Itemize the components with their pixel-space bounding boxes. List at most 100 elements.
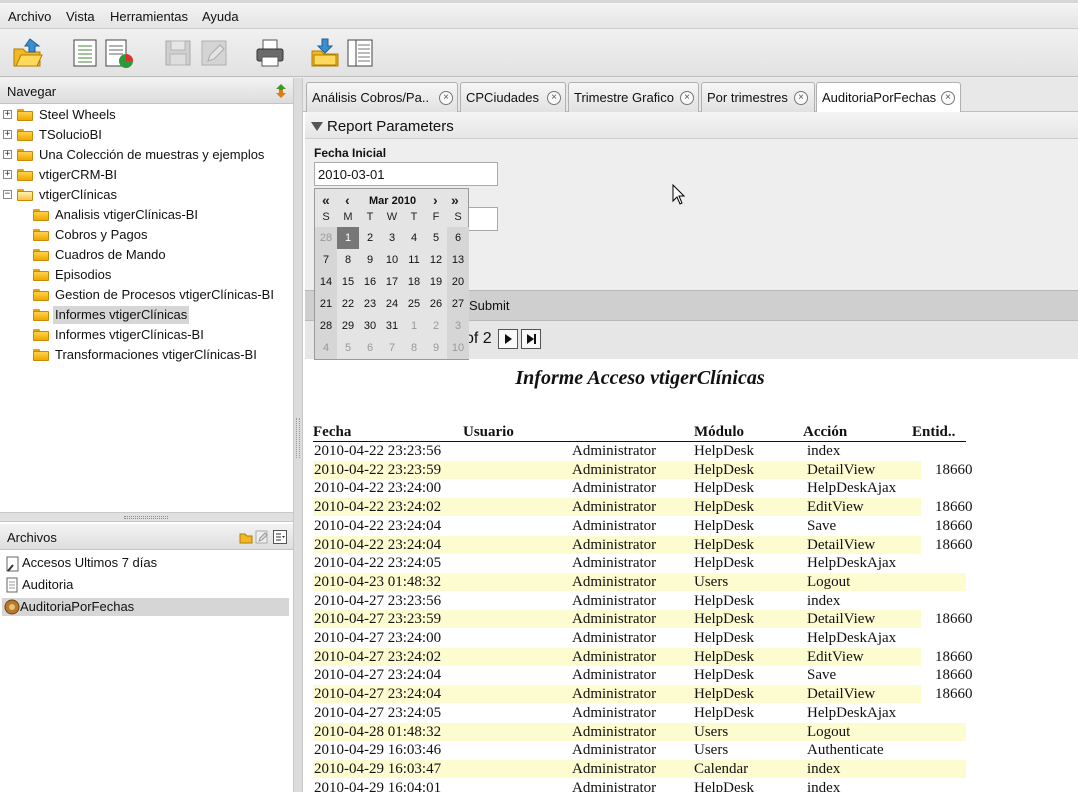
next-month-button[interactable]: › [433, 192, 438, 208]
calendar-day[interactable]: 12 [425, 249, 447, 271]
tree-item[interactable]: Una Colección de muestras y ejemplos [37, 146, 266, 164]
calendar-day[interactable]: 2 [359, 227, 381, 249]
close-icon[interactable]: × [794, 91, 808, 105]
horizontal-splitter[interactable] [0, 512, 293, 522]
save-icon[interactable] [162, 37, 194, 69]
next-page-icon[interactable] [498, 329, 518, 349]
close-icon[interactable]: × [547, 91, 561, 105]
calendar-day[interactable]: 5 [337, 337, 359, 359]
fecha-inicial-input[interactable] [314, 162, 498, 186]
report-parameters-header[interactable]: Report Parameters [305, 112, 1078, 139]
tree-item[interactable]: Steel Wheels [37, 106, 118, 124]
new-report-icon[interactable] [70, 37, 102, 69]
calendar-day[interactable]: 27 [447, 293, 469, 315]
file-item-auditoriaporfechas[interactable]: AuditoriaPorFechas [2, 598, 289, 616]
file-menu-icon[interactable] [273, 530, 287, 547]
calendar-day[interactable]: 22 [337, 293, 359, 315]
tree-item[interactable]: vtigerCRM-BI [37, 166, 119, 184]
expand-icon[interactable]: + [3, 150, 12, 159]
tab-auditoriaporfechas[interactable]: AuditoriaPorFechas × [816, 82, 961, 113]
tab-por-trimestres[interactable]: Por trimestres × [701, 82, 815, 112]
calendar-day[interactable]: 2 [425, 315, 447, 337]
calendar-day[interactable]: 21 [315, 293, 337, 315]
calendar-day[interactable]: 13 [447, 249, 469, 271]
print-icon[interactable] [254, 37, 286, 69]
tree-item[interactable]: Cuadros de Mando [53, 246, 168, 264]
export-icon[interactable] [310, 37, 342, 69]
calendar-day[interactable]: 28 [315, 227, 337, 249]
close-icon[interactable]: × [439, 91, 453, 105]
calendar-day[interactable]: 18 [403, 271, 425, 293]
collapse-triangle-icon[interactable] [311, 122, 323, 131]
calendar-day[interactable]: 3 [447, 315, 469, 337]
last-page-icon[interactable] [521, 329, 541, 349]
expand-icon[interactable]: + [3, 110, 12, 119]
calendar-day[interactable]: 24 [381, 293, 403, 315]
calendar-day[interactable]: 20 [447, 271, 469, 293]
calendar-day[interactable]: 19 [425, 271, 447, 293]
prev-year-button[interactable]: « [322, 192, 330, 208]
expand-icon[interactable]: + [3, 170, 12, 179]
calendar-day[interactable]: 1 [337, 227, 359, 249]
calendar-day[interactable]: 9 [359, 249, 381, 271]
prev-month-button[interactable]: ‹ [345, 192, 350, 208]
calendar-day[interactable]: 30 [359, 315, 381, 337]
calendar-day[interactable]: 31 [381, 315, 403, 337]
tree-item[interactable]: vtigerClínicas [37, 186, 119, 204]
menu-ayuda[interactable]: Ayuda [202, 9, 239, 24]
calendar-day[interactable]: 15 [337, 271, 359, 293]
vertical-splitter[interactable] [293, 78, 303, 792]
calendar-day[interactable]: 14 [315, 271, 337, 293]
calendar-day[interactable]: 1 [403, 315, 425, 337]
menu-archivo[interactable]: Archivo [8, 9, 51, 24]
calendar-day[interactable]: 8 [403, 337, 425, 359]
columns-icon[interactable] [344, 37, 376, 69]
open-folder-icon[interactable] [12, 37, 44, 69]
calendar-day[interactable]: 16 [359, 271, 381, 293]
tree-item[interactable]: Analisis vtigerClínicas-BI [53, 206, 200, 224]
calendar-day[interactable]: 6 [447, 227, 469, 249]
calendar-day[interactable]: 9 [425, 337, 447, 359]
tree-item[interactable]: Informes vtigerClínicas-BI [53, 326, 206, 344]
close-icon[interactable]: × [680, 91, 694, 105]
tab-cpciudades[interactable]: CPCiudades × [460, 82, 566, 112]
calendar-day[interactable]: 29 [337, 315, 359, 337]
calendar-day[interactable]: 23 [359, 293, 381, 315]
edit-icon[interactable] [198, 37, 230, 69]
calendar-day[interactable]: 17 [381, 271, 403, 293]
calendar-day[interactable]: 28 [315, 315, 337, 337]
tree-item[interactable]: Transformaciones vtigerClínicas-BI [53, 346, 259, 364]
close-icon[interactable]: × [941, 91, 955, 105]
tree-item[interactable]: Episodios [53, 266, 113, 284]
refresh-icon[interactable] [275, 83, 287, 98]
chart-report-icon[interactable] [104, 37, 136, 69]
tab-analisis-cobros[interactable]: Análisis Cobros/Pa.. × [306, 82, 458, 112]
tab-trimestre-grafico[interactable]: Trimestre Grafico × [568, 82, 699, 112]
calendar-day[interactable]: 8 [337, 249, 359, 271]
menu-vista[interactable]: Vista [66, 9, 95, 24]
file-item-auditoria[interactable]: Auditoria [4, 576, 284, 594]
calendar-day[interactable]: 11 [403, 249, 425, 271]
tree-item[interactable]: Informes vtigerClínicas [53, 306, 190, 324]
expand-icon[interactable]: + [3, 130, 12, 139]
calendar-day[interactable]: 4 [403, 227, 425, 249]
calendar-day[interactable]: 7 [315, 249, 337, 271]
calendar-day[interactable]: 5 [425, 227, 447, 249]
submit-button[interactable]: Submit [469, 298, 509, 313]
calendar-day[interactable]: 4 [315, 337, 337, 359]
tree-item[interactable]: Gestion de Procesos vtigerClínicas-BI [53, 286, 276, 304]
calendar-day[interactable]: 10 [381, 249, 403, 271]
calendar-day[interactable]: 26 [425, 293, 447, 315]
calendar-day[interactable]: 25 [403, 293, 425, 315]
edit-file-icon[interactable] [255, 530, 269, 547]
file-item-accesos[interactable]: Accesos Ultimos 7 días [4, 554, 284, 572]
collapse-icon[interactable]: − [3, 190, 12, 199]
open-file-icon[interactable] [239, 530, 253, 547]
next-year-button[interactable]: » [451, 192, 459, 208]
calendar-day[interactable]: 3 [381, 227, 403, 249]
calendar-day[interactable]: 10 [447, 337, 469, 359]
tree-item[interactable]: TSolucioBI [37, 126, 104, 144]
tree-item[interactable]: Cobros y Pagos [53, 226, 150, 244]
calendar-day[interactable]: 6 [359, 337, 381, 359]
calendar-day[interactable]: 7 [381, 337, 403, 359]
